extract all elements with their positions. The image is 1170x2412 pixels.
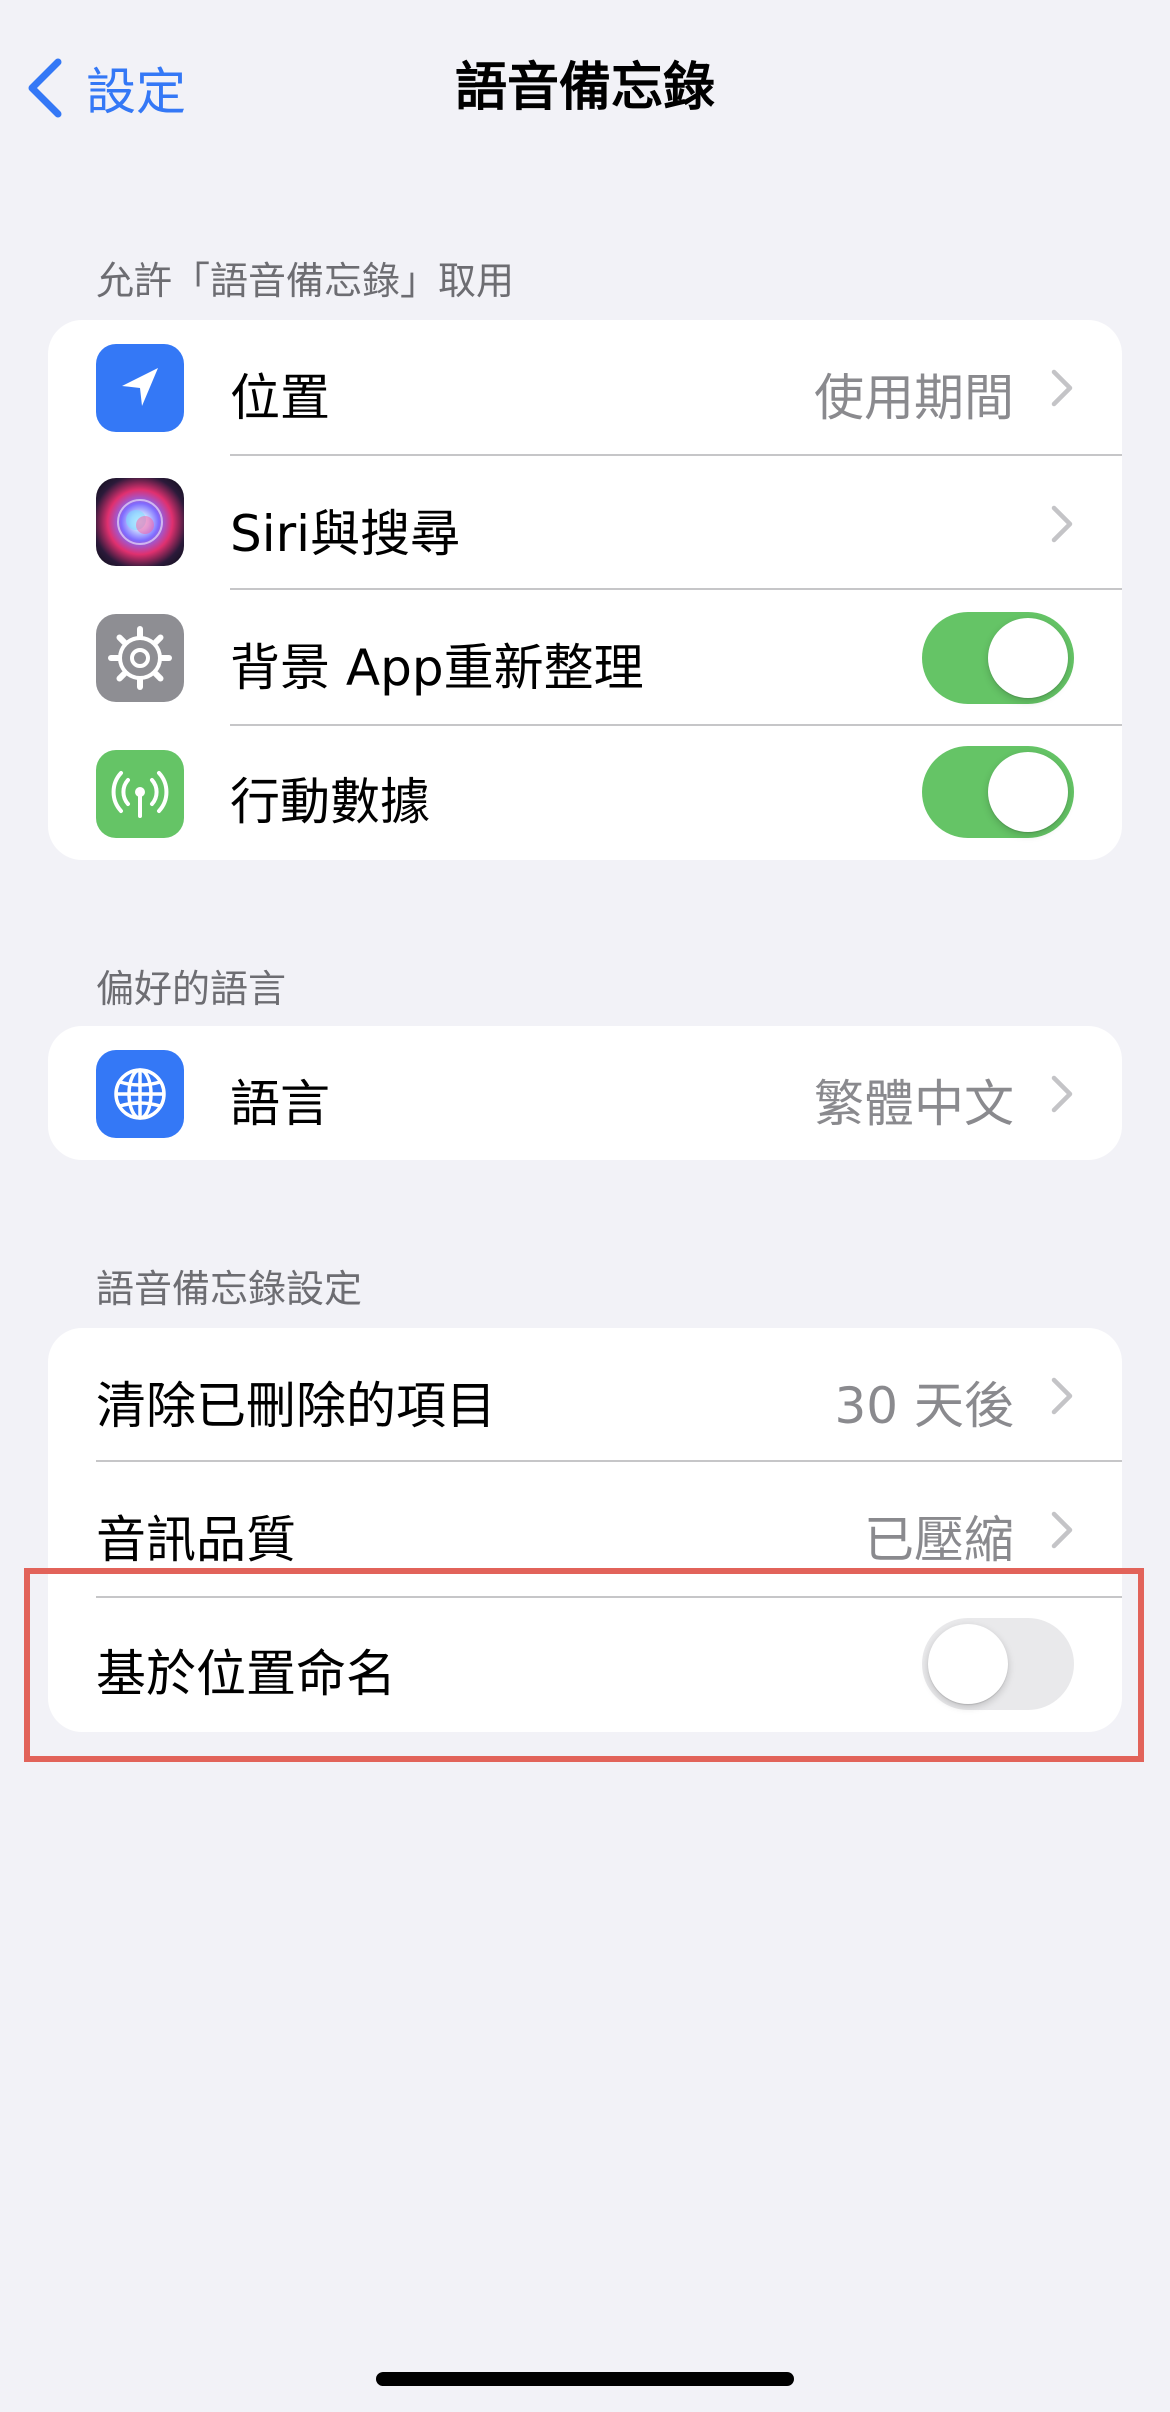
navigation-bar: 設定 語音備忘錄: [0, 40, 1170, 136]
row-language[interactable]: 語言 繁體中文: [48, 1026, 1122, 1160]
row-language-value: 繁體中文: [814, 1075, 1014, 1133]
page-title: 語音備忘錄: [454, 58, 715, 118]
row-background-refresh: 背景 App重新整理: [48, 590, 1122, 726]
antenna-icon: [96, 750, 184, 838]
chevron-right-icon: [1051, 369, 1073, 407]
row-siri[interactable]: Siri與搜尋: [48, 456, 1122, 590]
location-arrow-icon: [96, 344, 184, 432]
row-clear-deleted-value: 30 天後: [834, 1377, 1014, 1435]
gear-icon: [96, 614, 184, 702]
row-cellular-label: 行動數據: [230, 773, 430, 831]
home-indicator: [376, 2372, 794, 2386]
chevron-right-icon: [1051, 1511, 1073, 1549]
row-cellular: 行動數據: [48, 726, 1122, 860]
cellular-toggle[interactable]: [922, 746, 1074, 838]
row-clear-deleted[interactable]: 清除已刪除的項目 30 天後: [48, 1328, 1122, 1462]
row-clear-deleted-label: 清除已刪除的項目: [96, 1377, 496, 1435]
section-header-language: 偏好的語言: [96, 967, 287, 1011]
language-group: 語言 繁體中文: [48, 1026, 1122, 1160]
section-header-settings: 語音備忘錄設定: [96, 1267, 363, 1311]
section-header-access: 允許「語音備忘錄」取用: [96, 259, 515, 303]
chevron-right-icon: [1051, 505, 1073, 543]
toggle-knob: [988, 618, 1068, 698]
globe-icon: [96, 1050, 184, 1138]
row-audio-quality-label: 音訊品質: [96, 1511, 296, 1569]
row-audio-quality-value: 已壓縮: [864, 1511, 1014, 1569]
row-background-refresh-label: 背景 App重新整理: [230, 639, 644, 697]
row-location-label: 位置: [230, 369, 330, 427]
highlight-box: [24, 1568, 1144, 1762]
row-language-label: 語言: [230, 1075, 330, 1133]
row-location[interactable]: 位置 使用期間: [48, 320, 1122, 456]
background-refresh-toggle[interactable]: [922, 612, 1074, 704]
chevron-right-icon: [1051, 1377, 1073, 1415]
toggle-knob: [988, 752, 1068, 832]
siri-orb-icon: [96, 478, 184, 566]
chevron-right-icon: [1051, 1075, 1073, 1113]
row-siri-label: Siri與搜尋: [230, 505, 461, 563]
access-group: 位置 使用期間 Siri與搜尋 背景 App重新整理 行動數據: [48, 320, 1122, 860]
row-location-value: 使用期間: [814, 369, 1014, 427]
